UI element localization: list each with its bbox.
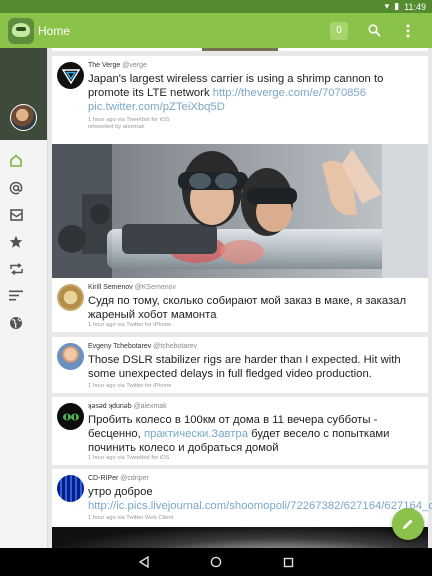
home-button[interactable]	[209, 555, 223, 569]
tweet-author[interactable]: Evgeny Tchebotarev @tchebotarev	[88, 343, 197, 350]
sidebar-item-lists[interactable]	[0, 282, 40, 309]
profile-header	[0, 48, 47, 140]
recents-button[interactable]	[281, 555, 295, 569]
tweet-photo[interactable]	[52, 527, 428, 548]
tweet-author[interactable]: ʞǝsǝd ʞdunǝb @alexmak	[88, 403, 167, 410]
tweet-text: Those DSLR stabilizer rigs are harder th…	[88, 354, 401, 380]
status-bar: ▾ ▮ 11:49	[0, 0, 432, 13]
verge-logo-icon	[61, 68, 80, 84]
tweet-text: Пробить колесо в 100км от дома в 11 вече…	[88, 413, 424, 455]
tweet-card[interactable]: ʞǝsǝd ʞdunǝb @alexmak Пробить колесо в 1…	[52, 397, 428, 465]
tweet-body: утро доброе	[88, 486, 153, 498]
sidebar-item-favorites[interactable]	[0, 228, 40, 255]
author-name: ʞǝsǝd ʞdunǝb	[88, 403, 132, 410]
tweet-text: Судя по тому, сколько собирают мой заказ…	[88, 295, 407, 321]
tweet-text: Japan's largest wireless carrier is usin…	[88, 72, 424, 114]
tweet-author[interactable]: Kirill Semenov @KSemenov	[88, 284, 176, 291]
tweet-card[interactable]: Kirill Semenov @KSemenov Судя по тому, с…	[52, 278, 428, 332]
sidebar-item-home[interactable]	[0, 147, 40, 174]
avatar[interactable]	[57, 62, 84, 89]
sidebar	[0, 48, 48, 548]
avatar[interactable]	[10, 104, 37, 131]
wifi-icon: ▾	[384, 1, 390, 11]
mail-icon	[9, 208, 23, 221]
overflow-menu-button[interactable]	[398, 21, 418, 41]
unread-count-badge[interactable]: 0	[330, 21, 348, 40]
author-handle: @verge	[122, 62, 147, 69]
list-icon	[9, 290, 23, 301]
cat-face-icon	[62, 413, 79, 420]
app-bar: Home 0	[0, 13, 432, 48]
sidebar-item-explore[interactable]	[0, 309, 40, 336]
tweet-timestamp: 1 hour ago via Twitter for iPhone	[88, 322, 172, 328]
tweet-card[interactable]: Evgeny Tchebotarev @tchebotarev Those DS…	[52, 337, 428, 393]
author-handle: @cdriper	[120, 475, 149, 482]
photo-shrimp-cannon	[52, 144, 428, 279]
compose-button[interactable]	[392, 508, 424, 540]
tweet-author[interactable]: The Verge @verge	[88, 62, 147, 69]
retweeted-by: retweeted by alexmak	[88, 124, 145, 130]
retweet-icon	[9, 262, 23, 275]
author-name: The Verge	[88, 62, 121, 69]
sidebar-item-mentions[interactable]	[0, 174, 40, 201]
author-name: Kirill Semenov	[88, 284, 133, 291]
circle-home-icon	[210, 556, 222, 568]
battery-icon: ▮	[394, 1, 400, 11]
pencil-icon	[403, 519, 413, 529]
status-time: 11:49	[404, 1, 426, 12]
search-button[interactable]	[364, 21, 384, 41]
back-icon	[138, 556, 149, 568]
timeline[interactable]: The Verge @verge Japan's largest wireles…	[48, 48, 432, 548]
tweet-timestamp: 1 hour ago via Tweetbot for iOS	[88, 455, 170, 461]
author-handle: @tchebotarev	[153, 343, 197, 350]
tweet-timestamp: 1 hour ago via Twitter for iPhone	[88, 383, 172, 389]
globe-icon	[10, 316, 22, 329]
tweet-timestamp: 1 hour ago via Tweetbot for iOS	[88, 117, 170, 123]
tweet-author[interactable]: CD-RIPer @cdriper	[88, 475, 149, 482]
star-icon	[9, 235, 23, 248]
tweet-text: утро доброе http://ic.pics.livejournal.c…	[88, 485, 432, 513]
tweet-timestamp: 1 hour ago via Twitter Web Client	[88, 515, 174, 521]
avatar[interactable]	[57, 284, 84, 311]
avatar[interactable]	[57, 343, 84, 370]
previous-tweet-image-edge	[52, 48, 428, 51]
avatar[interactable]	[57, 403, 84, 430]
back-button[interactable]	[137, 555, 151, 569]
tweet-card[interactable]: The Verge @verge Japan's largest wireles…	[52, 56, 428, 279]
home-icon	[10, 154, 22, 167]
author-name: Evgeny Tchebotarev	[88, 343, 152, 350]
search-icon	[367, 24, 381, 37]
at-mention-icon	[9, 181, 23, 194]
author-name: CD-RIPer	[88, 475, 119, 482]
more-vert-icon	[406, 24, 410, 37]
sidebar-item-retweets[interactable]	[0, 255, 40, 282]
author-handle: @KSemenov	[134, 284, 177, 291]
author-handle: @alexmak	[133, 403, 167, 410]
tweet-link[interactable]: практически.Завтра	[144, 428, 248, 440]
avatar[interactable]	[57, 475, 84, 502]
system-nav-bar	[0, 548, 432, 576]
sidebar-item-messages[interactable]	[0, 201, 40, 228]
tweet-photo[interactable]	[52, 144, 428, 279]
tweet-card[interactable]: CD-RIPer @cdriper утро доброе http://ic.…	[52, 469, 432, 548]
page-title: Home	[38, 23, 71, 38]
app-logo-icon[interactable]	[8, 17, 34, 44]
tweet-link[interactable]: http://ic.pics.livejournal.com/shoomopol…	[88, 500, 432, 512]
square-recents-icon	[283, 557, 293, 567]
